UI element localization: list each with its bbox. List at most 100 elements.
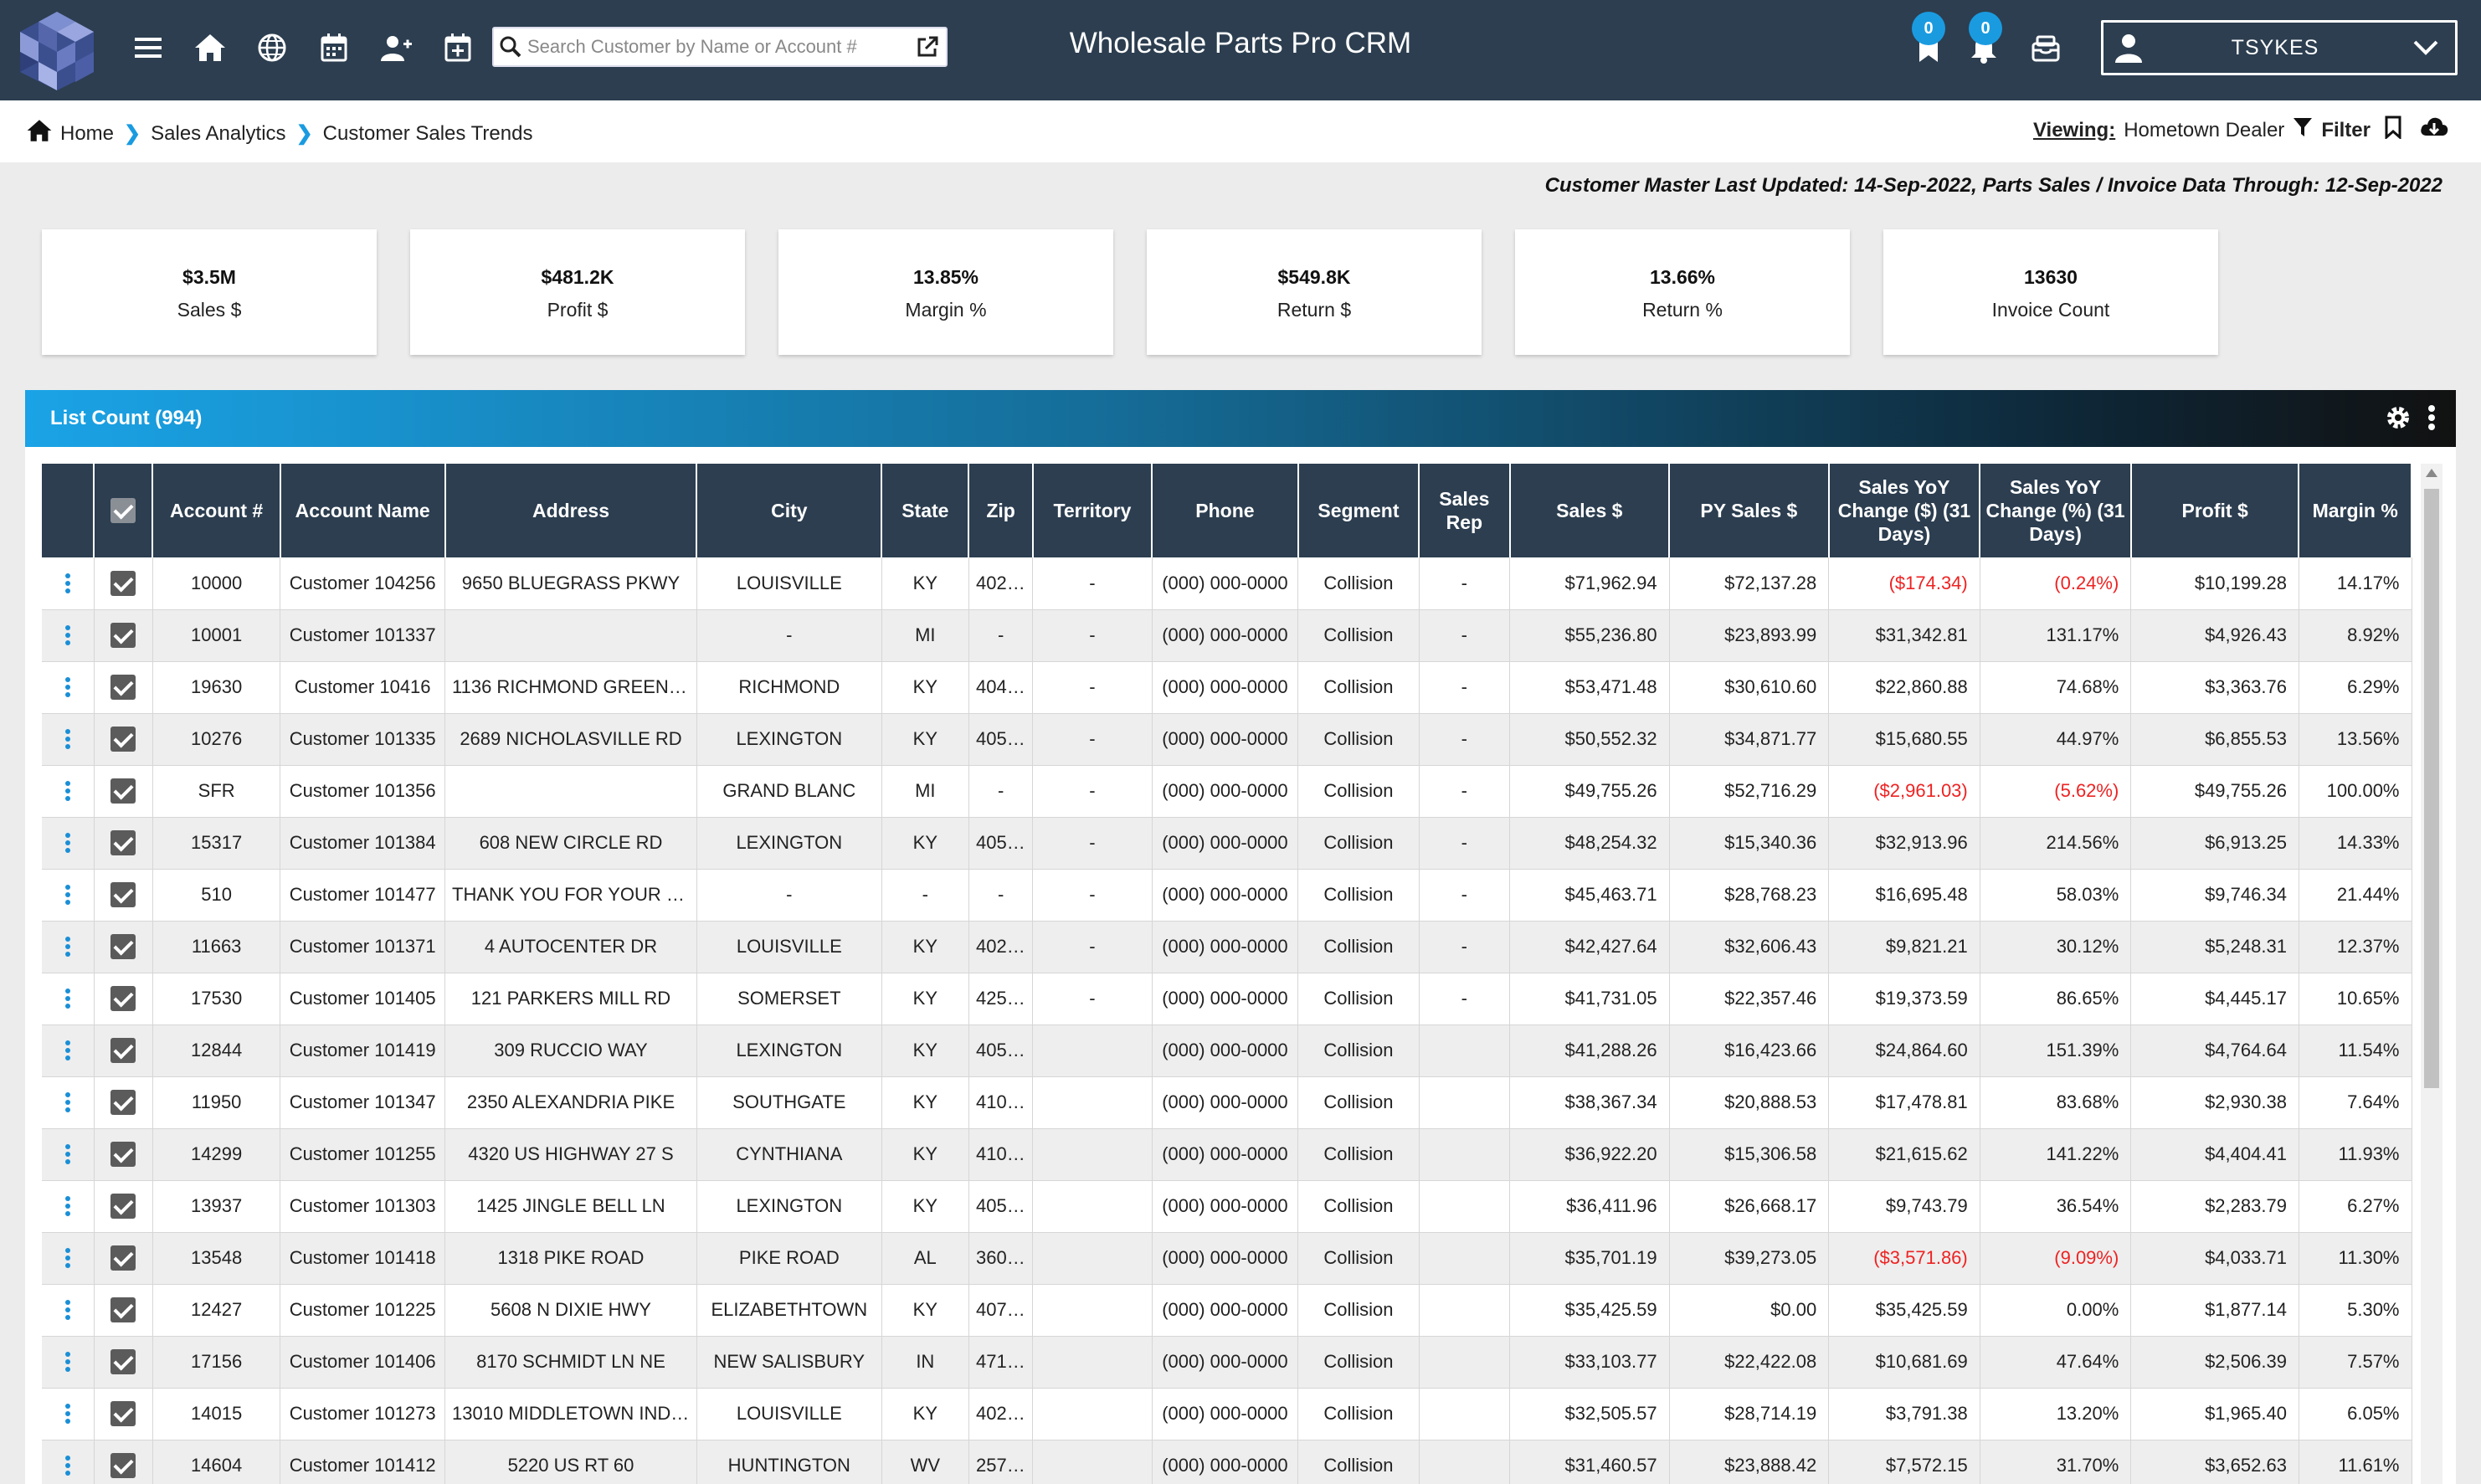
more-options-icon[interactable] <box>2427 403 2436 436</box>
table-row[interactable]: 11663 Customer 101371 4 AUTOCENTER DR LOUIS… <box>42 921 2412 973</box>
row-menu-icon[interactable] <box>64 1142 70 1167</box>
row-checkbox[interactable] <box>110 623 136 648</box>
row-checkbox[interactable] <box>110 1349 136 1374</box>
column-header[interactable]: Margin % <box>2299 464 2412 557</box>
row-menu-icon[interactable] <box>64 1038 70 1063</box>
chevron-down-icon[interactable] <box>2396 39 2455 56</box>
select-all-checkbox[interactable] <box>94 464 154 557</box>
column-header[interactable]: Territory <box>1032 464 1153 557</box>
row-menu-icon[interactable] <box>64 571 70 596</box>
column-header[interactable]: Account # <box>152 464 281 557</box>
cloud-download-icon[interactable] <box>2419 116 2449 145</box>
row-menu-icon[interactable] <box>64 1194 70 1219</box>
table-row[interactable]: 15317 Customer 101384 608 NEW CIRCLE RD LEX… <box>42 817 2412 870</box>
row-checkbox[interactable] <box>110 727 136 752</box>
table-row[interactable]: 17156 Customer 101406 8170 SCHMIDT LN NE NE… <box>42 1336 2412 1389</box>
row-checkbox[interactable] <box>110 778 136 804</box>
row-checkbox[interactable] <box>110 1245 136 1271</box>
column-header[interactable]: City <box>696 464 883 557</box>
row-menu-icon[interactable] <box>64 727 70 752</box>
row-checkbox[interactable] <box>110 1194 136 1219</box>
row-menu-icon[interactable] <box>64 1297 70 1322</box>
search-input[interactable] <box>527 30 909 64</box>
column-header[interactable]: Sales $ <box>1509 464 1671 557</box>
table-row[interactable]: 14604 Customer 101412 5220 US RT 60 HUNTING… <box>42 1440 2412 1484</box>
column-header[interactable]: Sales YoY Change (%) (31 Days) <box>1980 464 2132 557</box>
table-row[interactable]: SFR Customer 101356 GRAND BLANC MI - - (000) 0… <box>42 765 2412 818</box>
row-checkbox[interactable] <box>110 1142 136 1167</box>
column-header[interactable]: Account Name <box>280 464 446 557</box>
table-cell: 30.12% <box>1980 921 2132 973</box>
row-menu-icon[interactable] <box>64 830 70 855</box>
gear-icon[interactable] <box>2384 403 2412 436</box>
filter-icon[interactable] <box>2293 116 2313 144</box>
row-checkbox[interactable] <box>110 1090 136 1115</box>
column-header[interactable]: Sales Rep <box>1419 464 1511 557</box>
column-header[interactable]: Sales YoY Change ($) (31 Days) <box>1828 464 1981 557</box>
column-header[interactable]: PY Sales $ <box>1669 464 1830 557</box>
inbox-icon[interactable] <box>2022 25 2069 72</box>
table-row[interactable]: 14299 Customer 101255 4320 US HIGHWAY 27 S… <box>42 1128 2412 1181</box>
add-user-icon[interactable] <box>365 22 427 74</box>
row-menu-icon[interactable] <box>64 1401 70 1426</box>
row-checkbox[interactable] <box>110 675 136 700</box>
row-menu-icon[interactable] <box>64 1453 70 1478</box>
table-row[interactable]: 12844 Customer 101419 309 RUCCIO WAY LEXING… <box>42 1024 2412 1077</box>
table-cell: $45,463.71 <box>1509 869 1670 922</box>
scroll-up-icon[interactable] <box>2426 469 2437 477</box>
home-icon[interactable] <box>25 117 54 150</box>
table-row[interactable]: 10001 Customer 101337- MI - - (000) 000-0000 C… <box>42 609 2412 662</box>
row-menu-icon[interactable] <box>64 986 70 1011</box>
row-checkbox[interactable] <box>110 1453 136 1478</box>
breadcrumb-home[interactable]: Home <box>60 122 114 146</box>
column-header[interactable]: Zip <box>968 464 1034 557</box>
calendar-icon[interactable] <box>303 22 365 74</box>
row-menu-icon[interactable] <box>64 1090 70 1115</box>
viewing-value[interactable]: Hometown Dealer <box>2124 119 2284 142</box>
row-menu-icon[interactable] <box>64 934 70 959</box>
column-header[interactable]: Profit $ <box>2130 464 2300 557</box>
calendar-plus-icon[interactable] <box>427 22 489 74</box>
company-logo-icon[interactable] <box>13 8 100 92</box>
table-row[interactable]: 510Customer 101477THANK YOU FOR YOUR BUS… <box>42 869 2412 922</box>
vertical-scrollbar[interactable] <box>2421 464 2442 1484</box>
row-checkbox[interactable] <box>110 830 136 855</box>
column-header[interactable]: State <box>881 464 970 557</box>
table-row[interactable]: 10000 Customer 104256 9650 BLUEGRASS PKWY L… <box>42 557 2412 610</box>
row-menu-icon[interactable] <box>64 882 70 907</box>
table-row[interactable]: 17530 Customer 101405 121 PARKERS MILL RD S… <box>42 973 2412 1025</box>
table-row[interactable]: 13937 Customer 101303 1425 JINGLE BELL LN L… <box>42 1180 2412 1233</box>
table-cell: Customer 101418 <box>280 1232 446 1285</box>
row-menu-icon[interactable] <box>64 623 70 648</box>
row-checkbox[interactable] <box>110 1297 136 1322</box>
table-row[interactable]: 11950 Customer 101347 2350 ALEXANDRIA PIKE… <box>42 1076 2412 1129</box>
row-menu-icon[interactable] <box>64 675 70 700</box>
user-menu[interactable]: TSYKES <box>2101 20 2458 75</box>
globe-icon[interactable] <box>241 22 303 74</box>
row-checkbox[interactable] <box>110 934 136 959</box>
row-checkbox[interactable] <box>110 1401 136 1426</box>
row-menu-icon[interactable] <box>64 778 70 804</box>
external-link-icon[interactable] <box>909 28 946 65</box>
column-header[interactable]: Address <box>444 464 698 557</box>
row-menu-icon[interactable] <box>64 1349 70 1374</box>
menu-icon[interactable] <box>117 22 179 74</box>
table-cell: $38,367.34 <box>1509 1076 1670 1129</box>
filter-button[interactable]: Filter <box>2321 119 2371 142</box>
table-row[interactable]: 19630 Customer 10416 1136 RICHMOND GREENS … <box>42 661 2412 714</box>
column-header[interactable]: Segment <box>1297 464 1420 557</box>
row-checkbox[interactable] <box>110 882 136 907</box>
table-row[interactable]: 14015 Customer 101273 13010 MIDDLETOWN IND… <box>42 1388 2412 1440</box>
table-row[interactable]: 10276 Customer 101335 2689 NICHOLASVILLE R… <box>42 713 2412 766</box>
breadcrumb-sales-analytics[interactable]: Sales Analytics <box>151 122 285 146</box>
scrollbar-thumb[interactable] <box>2424 489 2439 1088</box>
row-checkbox[interactable] <box>110 570 136 596</box>
table-row[interactable]: 12427 Customer 101225 5608 N DIXIE HWY ELIZ… <box>42 1284 2412 1337</box>
table-row[interactable]: 13548 Customer 101418 1318 PIKE ROAD PIKE R… <box>42 1232 2412 1285</box>
row-checkbox[interactable] <box>110 986 136 1011</box>
home-icon[interactable] <box>179 22 241 74</box>
row-menu-icon[interactable] <box>64 1245 70 1271</box>
column-header[interactable]: Phone <box>1152 464 1299 557</box>
bookmark-icon[interactable] <box>2384 116 2402 145</box>
row-checkbox[interactable] <box>110 1038 136 1063</box>
